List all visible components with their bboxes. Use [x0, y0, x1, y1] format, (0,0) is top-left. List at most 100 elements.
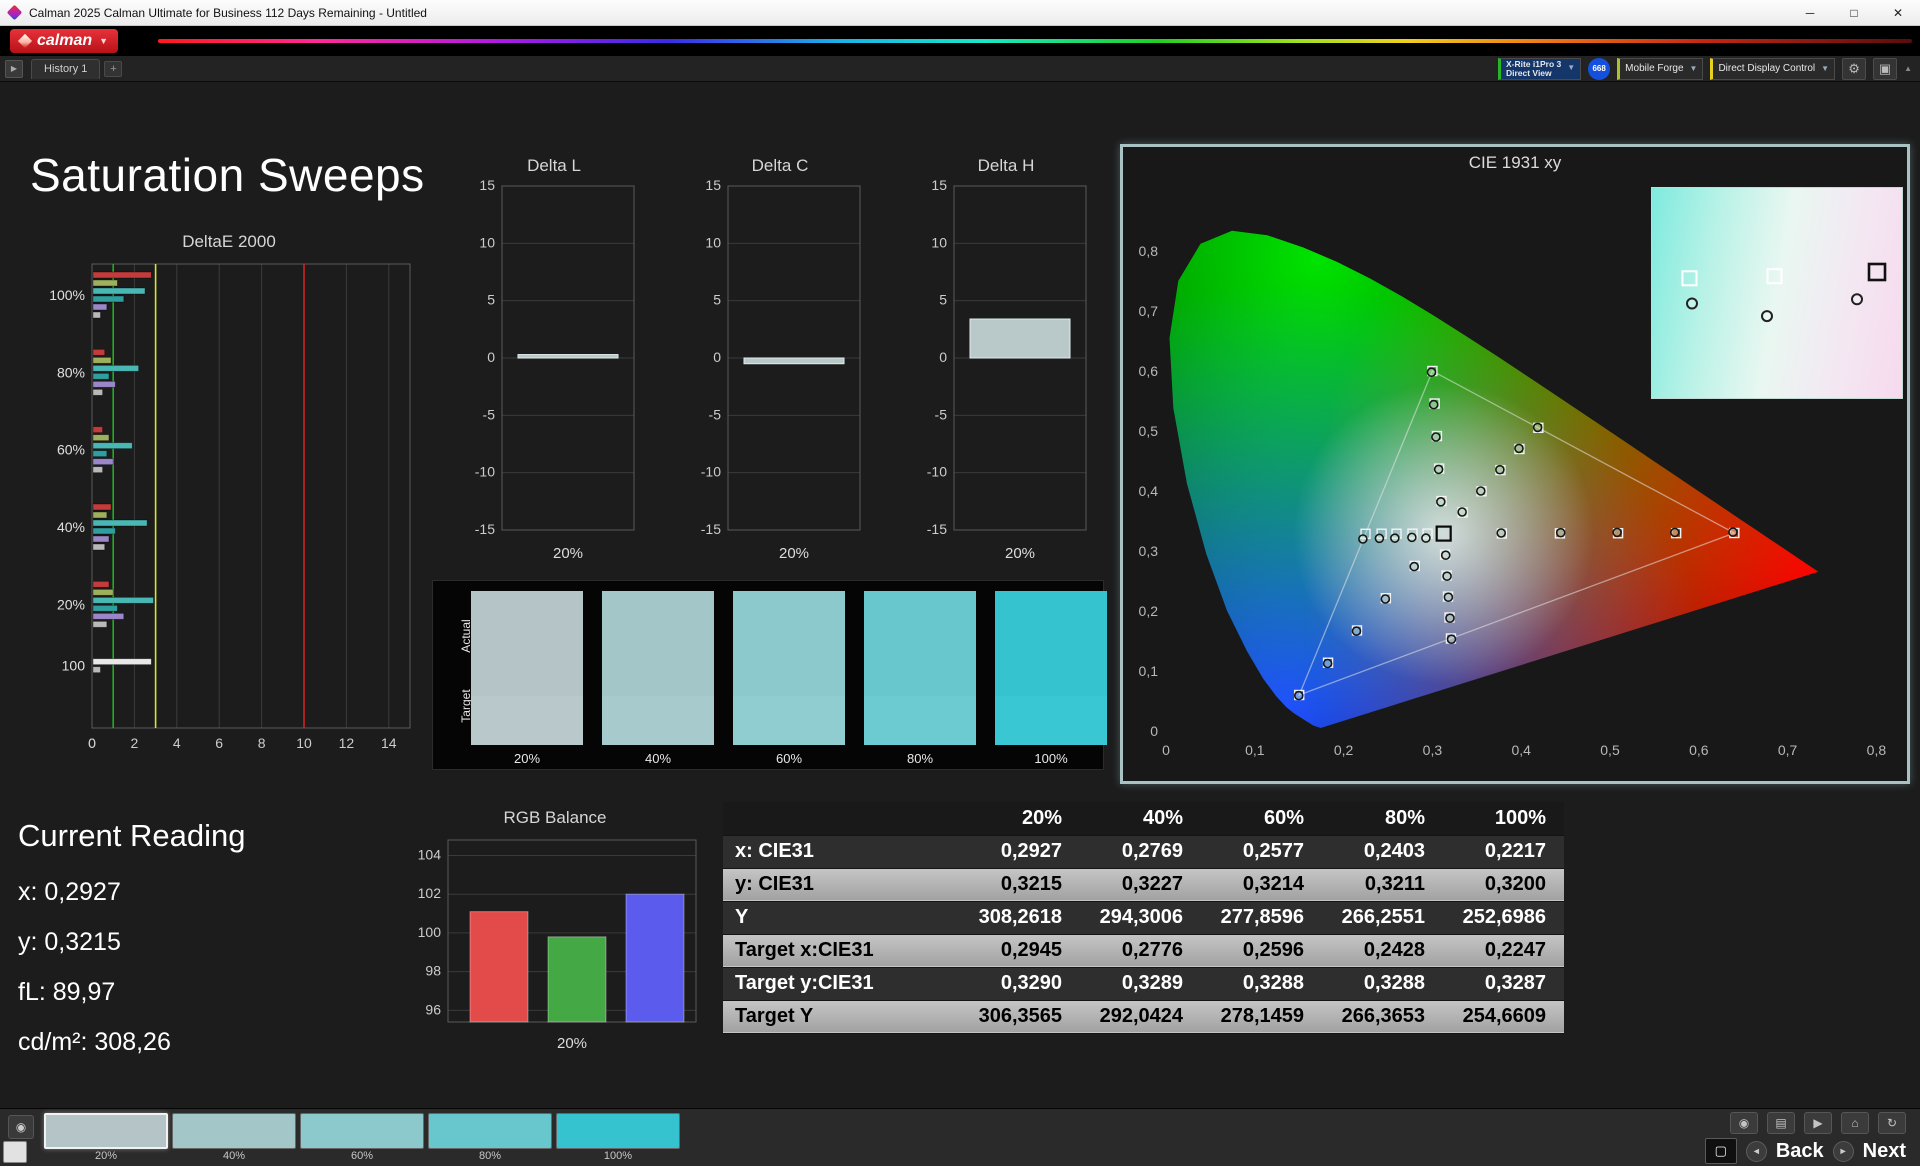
window-titlebar: Calman 2025 Calman Ultimate for Business…	[0, 0, 1920, 26]
table-row: y: CIE31 0,3215 0,3227 0,3214 0,3211 0,3200	[723, 868, 1564, 901]
screen-icon[interactable]: ▢	[1704, 1138, 1737, 1164]
play-icon[interactable]: ▶	[1804, 1112, 1832, 1134]
tick-label: 20%	[557, 1035, 587, 1052]
current-target-point	[1867, 262, 1887, 282]
measured-point	[1436, 496, 1446, 507]
history-tab[interactable]: History 1	[31, 58, 101, 79]
nav-row: ▢ ◄ Back ► Next	[1704, 1138, 1906, 1164]
tick-label: 0,3	[1139, 543, 1159, 559]
tick-label: 12	[339, 735, 355, 751]
table-cell: 0,2428	[1363, 939, 1425, 961]
tick-label: 20%	[779, 545, 809, 562]
tick-label: 5	[939, 292, 947, 308]
bar	[92, 442, 133, 450]
swatch-label: 100%	[1034, 751, 1068, 766]
tick-label: 80%	[57, 364, 85, 380]
add-tab-button[interactable]: +	[104, 60, 123, 77]
tick-label: 0,5	[1139, 423, 1159, 439]
cie-zoom-plot	[1681, 262, 1887, 323]
measured-point	[1686, 297, 1698, 310]
corner-button[interactable]	[3, 1141, 27, 1163]
sweep-thumbnail-100%[interactable]: 100%	[556, 1113, 680, 1162]
meter-dropdown[interactable]: X-Rite i1Pro 3 Direct View ▼	[1497, 57, 1582, 80]
deltae2000-chart[interactable]: DeltaE 2000 0 2 4 6 8 10 12 14 0 100% 80% 60% 40% 20%…	[38, 232, 420, 777]
current-reading-x: x: 0,2927	[18, 878, 121, 906]
thumbnail-label: 80%	[478, 1150, 502, 1162]
bar	[92, 466, 103, 474]
minimize-button[interactable]: ─	[1788, 0, 1832, 25]
tick-label: 0,2	[1139, 603, 1159, 619]
back-circle-icon[interactable]: ◄	[1745, 1140, 1767, 1162]
table-cell: 254,6609	[1462, 1005, 1546, 1027]
sweep-thumbnail-20%[interactable]: 20%	[44, 1113, 168, 1162]
delta-l-chart[interactable]: Delta L -15 -10 -5 0 5 10 15 20%	[462, 156, 646, 580]
refresh-icon[interactable]: ↻	[1878, 1112, 1906, 1134]
bar	[92, 596, 154, 604]
tick-label: 40%	[57, 519, 85, 535]
tick-label: 10	[296, 735, 312, 751]
meter-badge: 668	[1588, 57, 1611, 80]
measured-point	[1442, 571, 1452, 582]
bar	[92, 388, 103, 396]
table-cell: 0,3215	[1000, 873, 1062, 895]
maximize-button[interactable]: □	[1832, 0, 1876, 25]
bar	[92, 666, 101, 674]
measured-point	[1409, 561, 1419, 572]
sweep-thumbnail-80%[interactable]: 80%	[428, 1113, 552, 1162]
thumbnail-label: 100%	[603, 1150, 633, 1162]
back-button[interactable]: Back	[1776, 1140, 1824, 1163]
table-cell: 0,3287	[1484, 972, 1546, 994]
bar	[92, 511, 108, 519]
next-button[interactable]: Next	[1863, 1140, 1906, 1163]
layout-panel-icon[interactable]: ▣	[1873, 57, 1898, 80]
bar	[92, 311, 101, 319]
thumbnail-swatch	[428, 1113, 552, 1149]
actual-swatch	[864, 591, 976, 696]
chevron-down-icon: ▼	[1689, 64, 1698, 73]
bar	[92, 543, 106, 551]
tick-label: 15	[479, 178, 495, 193]
tool-icon-row: ◉ ▤ ▶ ⌂ ↻	[1730, 1112, 1906, 1134]
sweep-thumbnail-60%[interactable]: 60%	[300, 1113, 424, 1162]
close-button[interactable]: ✕	[1876, 0, 1920, 25]
table-cell: 0,3289	[1121, 972, 1183, 994]
gear-icon[interactable]: ⚙	[1842, 57, 1867, 80]
source-dropdown[interactable]: Mobile Forge ▼	[1617, 57, 1704, 80]
tick-label: -15	[475, 521, 495, 537]
next-circle-icon[interactable]: ►	[1832, 1140, 1854, 1162]
home-icon[interactable]: ⌂	[1841, 1112, 1869, 1134]
measured-point	[1475, 486, 1486, 496]
table-row-label: x: CIE31	[735, 840, 814, 862]
target-swatch	[864, 696, 976, 745]
tick-label: 10	[705, 234, 721, 250]
cie1931-chart[interactable]: CIE 1931 xy 0 0,1 0,2 0,3 0,4 0,5 0,6 0,7 0,8 0 0,…	[1120, 144, 1910, 784]
display-control-dropdown[interactable]: Direct Display Control ▼	[1710, 57, 1836, 80]
tick-label: 0,4	[1139, 483, 1159, 499]
history-collapse-button[interactable]: ▶	[5, 59, 23, 78]
grid-icon[interactable]: ▤	[1767, 1112, 1795, 1134]
delta-h-chart[interactable]: Delta H -15 -10 -5 0 5 10 15 20%	[914, 156, 1098, 580]
meter-dropdown-label: X-Rite i1Pro 3 Direct View	[1505, 58, 1562, 78]
bar	[92, 287, 146, 295]
rgb-balance-chart[interactable]: RGB Balance 96 98 100 102 104 20%	[402, 808, 708, 1068]
tick-label: -5	[709, 406, 722, 422]
bar-red	[469, 911, 529, 1023]
tick-label: -10	[927, 464, 947, 480]
measured-point	[1496, 528, 1507, 538]
eye-icon[interactable]: ◉	[8, 1115, 34, 1139]
thumbnail-label: 40%	[222, 1150, 246, 1162]
tick-label: 0,7	[1139, 303, 1159, 319]
toolbar-right: X-Rite i1Pro 3 Direct View ▼ 668 Mobile …	[1497, 57, 1920, 80]
tick-label: 98	[425, 963, 441, 979]
tick-label: 100	[418, 924, 442, 940]
tick-label: 0	[713, 349, 721, 365]
calman-logo[interactable]: calman ▼	[10, 29, 119, 53]
delta-c-chart[interactable]: Delta C -15 -10 -5 0 5 10 15 20%	[688, 156, 872, 580]
table-row: x: CIE31 0,2927 0,2769 0,2577 0,2403 0,2217	[723, 835, 1564, 868]
collapse-up-icon[interactable]: ▲	[1904, 64, 1912, 73]
read-eye-icon[interactable]: ◉	[1730, 1112, 1758, 1134]
saturation-swatch-panel[interactable]: Actual Target 20% 40% 60% 80% 100%	[432, 580, 1107, 770]
tick-label: -15	[927, 521, 947, 537]
sweep-thumbnail-40%[interactable]: 40%	[172, 1113, 296, 1162]
thumbnail-swatch	[44, 1113, 168, 1149]
